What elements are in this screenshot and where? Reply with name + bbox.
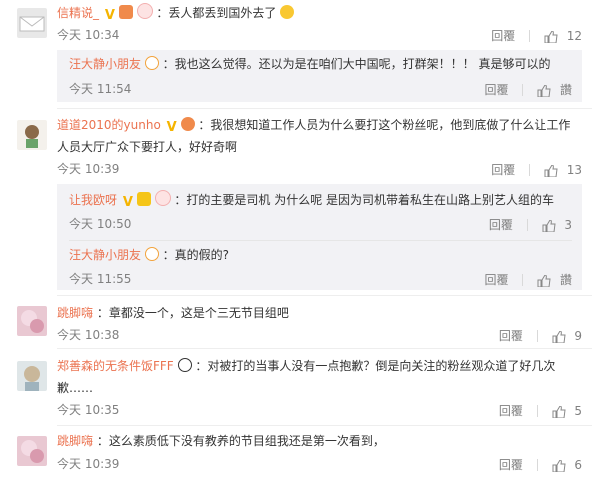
reply-time: 今天 11:54 <box>69 82 132 96</box>
divider <box>536 404 538 417</box>
comment-actions: 回覆 13 <box>491 160 582 179</box>
avatar[interactable] <box>17 120 47 150</box>
crown-icon <box>118 5 133 19</box>
divider <box>536 329 538 342</box>
reply-button[interactable]: 回覆 <box>499 402 523 420</box>
like-label[interactable]: 讚 <box>560 81 572 99</box>
crown-icon <box>136 192 151 206</box>
reply-button[interactable]: 回覆 <box>499 327 523 345</box>
avatar[interactable] <box>17 361 47 391</box>
reply-text: ：我也这么觉得。还以为是在咱们大中国呢，打群架！！！ 真是够可以的 <box>162 57 551 71</box>
reply-box: 让我欧呀 V ：打的主要是司机 为什么呢 是因为司机带着私生在山路上别艺人组的车… <box>57 184 582 290</box>
comment-text: ：丢人都丢到国外去了 <box>156 6 277 20</box>
like-count: 6 <box>574 457 582 472</box>
reply-text: ：打的主要是司机 为什么呢 是因为司机带着私生在山路上别艺人组的车 <box>174 193 555 207</box>
comment-text: ：章都没一个，这是个三无节目组吧 <box>96 306 289 320</box>
like-count: 13 <box>566 162 582 177</box>
like-count: 9 <box>574 328 582 343</box>
like-count: 12 <box>566 28 582 43</box>
reply-actions: 回覆 3 <box>489 215 572 234</box>
avatar[interactable] <box>17 436 47 466</box>
comment-actions: 回覆 9 <box>499 326 582 345</box>
badge-icon <box>144 247 159 261</box>
avatar[interactable] <box>17 8 47 38</box>
like-icon[interactable] <box>552 404 566 418</box>
like-icon[interactable] <box>544 29 558 43</box>
like-icon[interactable] <box>552 458 566 472</box>
rabbit-icon <box>154 190 171 206</box>
comment-item: 道道2010的yunho V ：我很想知道工作人员为什么要打这个粉丝呢，他到底做… <box>0 112 592 292</box>
divider <box>529 29 531 42</box>
replier-name[interactable]: 让我欧呀 <box>69 193 117 207</box>
comment-actions: 回覆 6 <box>499 455 582 474</box>
reply-time: 今天 11:55 <box>69 272 132 286</box>
like-icon[interactable] <box>542 218 556 232</box>
reply-button[interactable]: 回覆 <box>484 81 508 99</box>
reply-button[interactable]: 回覆 <box>491 27 515 45</box>
divider <box>522 273 524 286</box>
comment-time: 今天 10:38 <box>57 328 120 342</box>
like-label[interactable]: 讚 <box>560 271 572 289</box>
like-icon[interactable] <box>537 273 551 287</box>
divider <box>526 218 528 231</box>
reply-box: 汪大静小朋友 ：我也这么觉得。还以为是在咱们大中国呢，打群架！！！ 真是够可以的… <box>57 50 582 102</box>
replier-name[interactable]: 汪大静小朋友 <box>69 57 141 71</box>
reply-button[interactable]: 回覆 <box>484 271 508 289</box>
comment-time: 今天 10:39 <box>57 162 120 176</box>
reply-button[interactable]: 回覆 <box>489 216 513 234</box>
badge-icon <box>144 56 159 70</box>
commenter-name[interactable]: 跳脚嗨 <box>57 306 93 320</box>
comment-actions: 回覆 5 <box>499 401 582 420</box>
comment-time: 今天 10:34 <box>57 28 120 42</box>
comment-item: 郑善森的无条件饭FFF ：对被打的当事人没有一点抱歉？倒是向关注的粉丝观众道了好… <box>0 353 592 425</box>
separator <box>57 295 592 296</box>
like-icon[interactable] <box>552 329 566 343</box>
separator <box>57 425 592 426</box>
divider <box>69 240 572 241</box>
comment-item: 跳脚嗨 ：章都没一个，这是个三无节目组吧 今天 10:38 回覆 9 <box>0 300 592 348</box>
comment-time: 今天 10:39 <box>57 457 120 471</box>
reply-time: 今天 10:50 <box>69 217 132 231</box>
avatar[interactable] <box>17 306 47 336</box>
commenter-name[interactable]: 跳脚嗨 <box>57 434 93 448</box>
reply-button[interactable]: 回覆 <box>491 161 515 179</box>
like-count: 5 <box>574 403 582 418</box>
comment-time: 今天 10:35 <box>57 403 120 417</box>
rabbit-icon <box>136 3 153 19</box>
reply-button[interactable]: 回覆 <box>499 456 523 474</box>
like-count: 3 <box>564 217 572 232</box>
replier-name[interactable]: 汪大静小朋友 <box>69 248 141 262</box>
commenter-name[interactable]: 郑善森的无条件饭FFF <box>57 359 174 373</box>
panda-icon <box>177 358 192 372</box>
verified-icon: V <box>104 8 115 23</box>
reply-text: ：真的假的? <box>162 248 230 262</box>
verified-icon: V <box>166 120 177 135</box>
divider <box>529 163 531 176</box>
separator <box>57 108 592 109</box>
emoji-icon <box>280 5 295 19</box>
balloon-icon <box>180 117 195 131</box>
comment-text: ：这么素质低下没有教养的节目组我还是第一次看到， <box>96 434 385 448</box>
separator <box>57 348 592 349</box>
comment-item: 跳脚嗨 ：这么素质低下没有教养的节目组我还是第一次看到， 今天 10:39 回覆… <box>0 430 592 479</box>
divider <box>522 83 524 96</box>
reply-actions: 回覆 讚 <box>484 270 572 289</box>
comment-actions: 回覆 12 <box>491 26 582 45</box>
reply-actions: 回覆 讚 <box>484 80 572 99</box>
verified-icon: V <box>122 195 133 210</box>
like-icon[interactable] <box>544 163 558 177</box>
commenter-name[interactable]: 道道2010的yunho <box>57 118 161 132</box>
commenter-name[interactable]: 信精说_ <box>57 6 99 20</box>
like-icon[interactable] <box>537 83 551 97</box>
divider <box>536 458 538 471</box>
